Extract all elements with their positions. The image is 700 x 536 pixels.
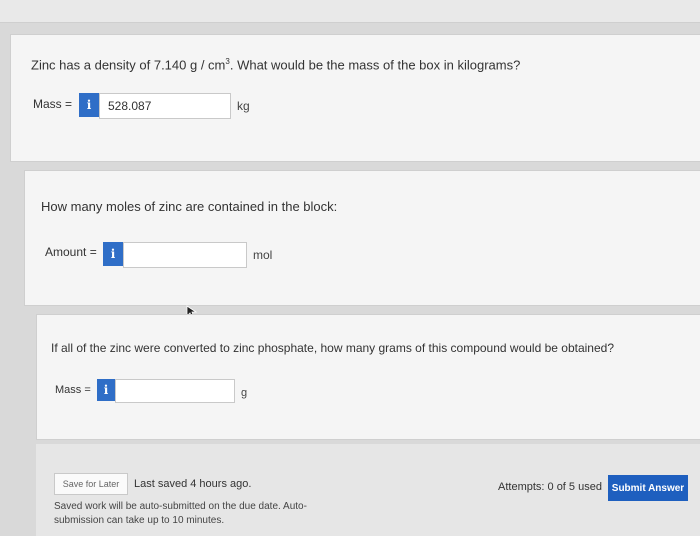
auto-submit-note-line: submission can take up to 10 minutes. <box>54 515 225 526</box>
mass-input[interactable] <box>115 379 235 403</box>
last-saved-text: Last saved 4 hours ago. <box>134 478 252 490</box>
auto-submit-note: Saved work will be auto-submitted on the… <box>54 500 307 528</box>
footer: Save for Later Last saved 4 hours ago. S… <box>36 444 700 536</box>
amount-input[interactable] <box>123 242 247 268</box>
question-text: Zinc has a density of 7.140 g / cm3. Wha… <box>31 57 520 72</box>
mass-label: Mass = <box>33 97 73 111</box>
info-icon[interactable]: i <box>103 242 123 266</box>
question-panel-phosphate: If all of the zinc were converted to zin… <box>36 314 700 440</box>
unit-label: mol <box>253 248 273 262</box>
question-text-part: . What would be the mass of the box in k… <box>229 57 521 73</box>
amount-label: Amount = <box>45 245 97 259</box>
mass-input[interactable]: 528.087 <box>99 93 231 119</box>
attempts-text: Attempts: 0 of 5 used <box>498 481 602 493</box>
unit-label: kg <box>237 99 250 113</box>
question-text: If all of the zinc were converted to zin… <box>51 341 614 355</box>
question-text: How many moles of zinc are contained in … <box>41 199 338 214</box>
unit-label: g <box>241 387 248 399</box>
auto-submit-note-line: Saved work will be auto-submitted on the… <box>54 501 307 512</box>
save-for-later-button[interactable]: Save for Later <box>54 473 128 495</box>
info-icon[interactable]: i <box>79 93 99 117</box>
question-panel-moles: How many moles of zinc are contained in … <box>24 170 700 306</box>
info-icon[interactable]: i <box>97 379 115 401</box>
mass-label: Mass = <box>55 384 91 396</box>
question-panel-mass-kg: Zinc has a density of 7.140 g / cm3. Wha… <box>10 34 700 162</box>
submit-answer-button[interactable]: Submit Answer <box>608 475 688 501</box>
question-text-part: Zinc has a density of 7.140 g / cm <box>31 57 226 73</box>
top-bar <box>0 0 700 23</box>
